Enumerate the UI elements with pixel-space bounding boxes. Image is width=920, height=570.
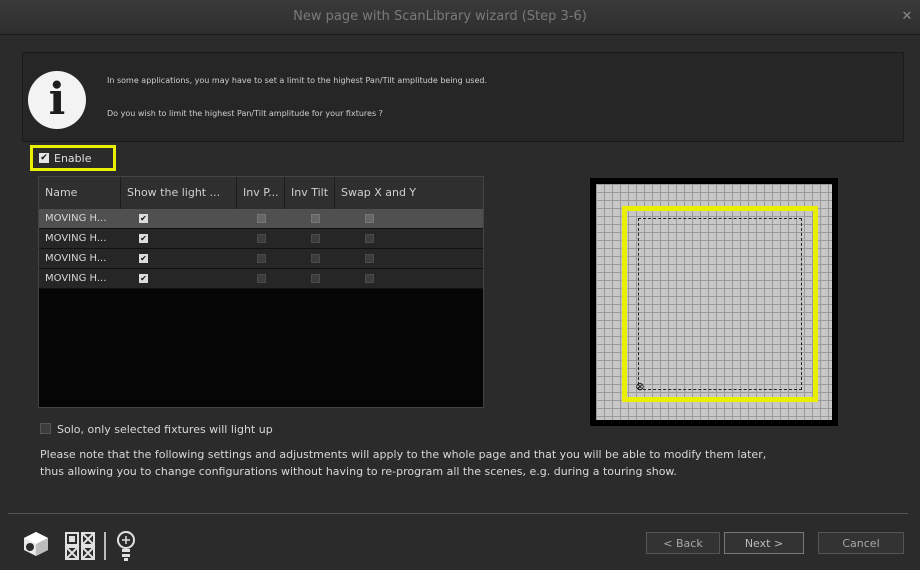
divider — [8, 513, 908, 514]
column-header-show-light[interactable]: Show the light ... — [121, 177, 237, 209]
show-light-checkbox[interactable]: ✔ — [139, 234, 148, 243]
fixture-name: MOVING H... — [45, 233, 107, 244]
table-row[interactable]: MOVING H... ✔ — [39, 209, 483, 229]
column-header-inv-tilt[interactable]: Inv Tilt — [285, 177, 335, 209]
table-row[interactable]: MOVING H... ✔ — [39, 269, 483, 289]
show-light-checkbox[interactable]: ✔ — [139, 254, 148, 263]
fixture-name: MOVING H... — [45, 273, 107, 284]
info-text-line2: Do you wish to limit the highest Pan/Til… — [107, 109, 383, 118]
inv-pan-checkbox[interactable] — [257, 274, 266, 283]
enable-checkbox[interactable]: ✔ Enable — [30, 145, 116, 171]
toolbar-separator — [104, 532, 106, 560]
position-cursor-icon[interactable]: ⊗ — [635, 381, 645, 392]
inv-pan-checkbox[interactable] — [257, 254, 266, 263]
show-light-checkbox[interactable]: ✔ — [139, 214, 148, 223]
cancel-button[interactable]: Cancel — [818, 532, 904, 554]
note-line1: Please note that the following settings … — [40, 448, 767, 461]
pan-tilt-grid[interactable]: ⊗ — [596, 184, 832, 420]
light-bulb-icon[interactable] — [116, 530, 136, 562]
cube-logo-icon[interactable] — [22, 530, 50, 558]
solo-label: Solo, only selected fixtures will light … — [57, 423, 273, 436]
title-bar: New page with ScanLibrary wizard (Step 3… — [0, 0, 920, 35]
info-icon: i — [28, 71, 86, 129]
fixture-name: MOVING H... — [45, 213, 107, 224]
swap-xy-checkbox[interactable] — [365, 234, 374, 243]
swap-xy-checkbox[interactable] — [365, 254, 374, 263]
inv-pan-checkbox[interactable] — [257, 234, 266, 243]
show-light-checkbox[interactable]: ✔ — [139, 274, 148, 283]
inv-pan-checkbox[interactable] — [257, 214, 266, 223]
scene-grid-icon[interactable] — [64, 531, 98, 561]
fixture-name: MOVING H... — [45, 253, 107, 264]
next-button[interactable]: Next > — [724, 532, 804, 554]
table-row[interactable]: MOVING H... ✔ — [39, 229, 483, 249]
fixture-table: Name Show the light ... Inv P... Inv Til… — [38, 176, 484, 408]
note-text: Please note that the following settings … — [40, 446, 900, 480]
back-button[interactable]: < Back — [646, 532, 720, 554]
note-line2: thus allowing you to change configuratio… — [40, 465, 677, 478]
column-header-inv-pan[interactable]: Inv P... — [237, 177, 285, 209]
table-header: Name Show the light ... Inv P... Inv Til… — [39, 177, 483, 210]
info-text-line1: In some applications, you may have to se… — [107, 76, 488, 85]
pan-tilt-limit-preview[interactable]: ⊗ — [590, 178, 838, 426]
inv-tilt-checkbox[interactable] — [311, 214, 320, 223]
inv-tilt-checkbox[interactable] — [311, 234, 320, 243]
checkbox-unchecked-icon[interactable] — [40, 423, 51, 434]
close-icon[interactable]: ✕ — [900, 10, 914, 24]
info-panel: i In some applications, you may have to … — [22, 52, 904, 142]
enable-label: Enable — [54, 152, 92, 165]
window-title: New page with ScanLibrary wizard (Step 3… — [293, 9, 587, 24]
table-row[interactable]: MOVING H... ✔ — [39, 249, 483, 269]
checkbox-checked-icon[interactable]: ✔ — [39, 153, 49, 163]
column-header-swap-xy[interactable]: Swap X and Y — [335, 177, 483, 209]
swap-xy-checkbox[interactable] — [365, 214, 374, 223]
solo-checkbox[interactable]: Solo, only selected fixtures will light … — [40, 423, 273, 436]
inv-tilt-checkbox[interactable] — [311, 254, 320, 263]
column-header-name[interactable]: Name — [39, 177, 121, 209]
swap-xy-checkbox[interactable] — [365, 274, 374, 283]
fixture-range-outline — [638, 218, 802, 390]
inv-tilt-checkbox[interactable] — [311, 274, 320, 283]
